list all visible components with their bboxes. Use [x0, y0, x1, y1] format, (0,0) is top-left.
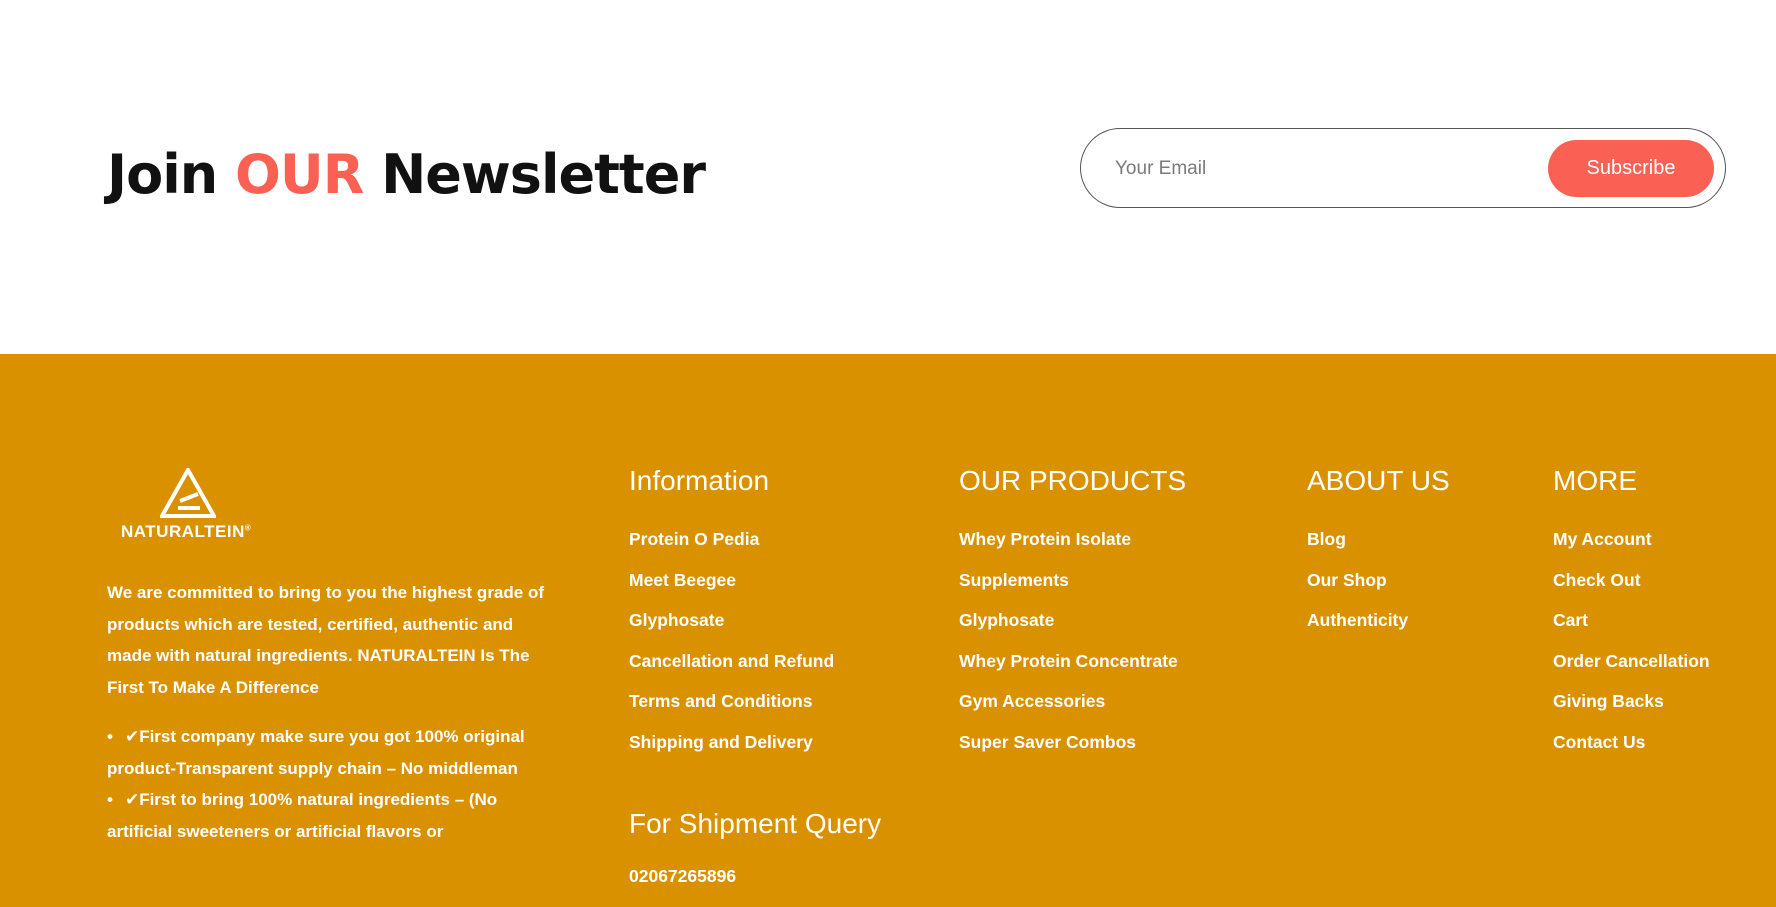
brand-logo[interactable]: NATURALTEIN®: [121, 468, 271, 548]
newsletter-title-start: Join: [107, 143, 235, 206]
shipment-query: For Shipment Query 02067265896: [629, 806, 881, 887]
link-gym-accessories[interactable]: Gym Accessories: [959, 691, 1105, 711]
footer-link: Cancellation and Refund: [629, 641, 834, 682]
footer-link: Our Shop: [1307, 560, 1450, 601]
link-giving-backs[interactable]: Giving Backs: [1553, 691, 1664, 711]
products-title: OUR PRODUCTS: [959, 465, 1187, 496]
products-column: OUR PRODUCTS Whey Protein Isolate Supple…: [959, 463, 1186, 762]
footer-link: Order Cancellation: [1553, 641, 1710, 682]
link-cancellation-refund[interactable]: Cancellation and Refund: [629, 651, 834, 671]
more-links: My Account Check Out Cart Order Cancella…: [1553, 519, 1710, 762]
site-footer: NATURALTEIN® We are committed to bring t…: [0, 354, 1776, 907]
about-point: • ✔First company make sure you got 100% o…: [107, 721, 547, 784]
link-blog[interactable]: Blog: [1307, 529, 1346, 549]
more-column: MORE My Account Check Out Cart Order Can…: [1553, 463, 1710, 762]
about-us-links: Blog Our Shop Authenticity: [1307, 519, 1450, 641]
newsletter-title: Join OUR Newsletter: [107, 137, 706, 213]
link-our-shop[interactable]: Our Shop: [1307, 570, 1387, 590]
about-description: We are committed to bring to you the hig…: [107, 583, 544, 697]
link-super-saver-combos[interactable]: Super Saver Combos: [959, 732, 1136, 752]
link-glyphosate[interactable]: Glyphosate: [629, 610, 724, 630]
footer-link: Glyphosate: [629, 600, 834, 641]
footer-link: My Account: [1553, 519, 1710, 560]
email-input[interactable]: [1113, 147, 1517, 191]
subscribe-button[interactable]: Subscribe: [1548, 140, 1714, 197]
link-whey-protein-concentrate[interactable]: Whey Protein Concentrate: [959, 651, 1178, 671]
footer-link: Supplements: [959, 560, 1186, 601]
products-links: Whey Protein Isolate Supplements Glyphos…: [959, 519, 1186, 762]
footer-link: Contact Us: [1553, 722, 1710, 763]
bullet-icon: •: [107, 790, 113, 809]
link-cart[interactable]: Cart: [1553, 610, 1588, 630]
link-my-account[interactable]: My Account: [1553, 529, 1652, 549]
link-shipping-delivery[interactable]: Shipping and Delivery: [629, 732, 813, 752]
link-authenticity[interactable]: Authenticity: [1307, 610, 1408, 630]
link-supplements[interactable]: Supplements: [959, 570, 1069, 590]
link-glyphosate-product[interactable]: Glyphosate: [959, 610, 1054, 630]
footer-link: Meet Beegee: [629, 560, 834, 601]
footer-link: Check Out: [1553, 560, 1710, 601]
footer-link: Protein O Pedia: [629, 519, 834, 560]
mountain-logo-icon: [160, 468, 216, 518]
about-text-block: We are committed to bring to you the hig…: [107, 577, 547, 847]
footer-link: Gym Accessories: [959, 681, 1186, 722]
about-us-column: ABOUT US Blog Our Shop Authenticity: [1307, 463, 1450, 641]
footer-link: Glyphosate: [959, 600, 1186, 641]
link-terms-conditions[interactable]: Terms and Conditions: [629, 691, 812, 711]
about-points: • ✔First company make sure you got 100% o…: [107, 721, 547, 847]
footer-link: Shipping and Delivery: [629, 722, 834, 763]
footer-link: Giving Backs: [1553, 681, 1710, 722]
footer-link: Authenticity: [1307, 600, 1450, 641]
about-us-title: ABOUT US: [1307, 465, 1450, 496]
information-column: Information Protein O Pedia Meet Beegee …: [629, 463, 834, 762]
footer-link: Blog: [1307, 519, 1450, 560]
registered-mark: ®: [244, 523, 252, 533]
information-links: Protein O Pedia Meet Beegee Glyphosate C…: [629, 519, 834, 762]
footer-link: Terms and Conditions: [629, 681, 834, 722]
footer-link: Super Saver Combos: [959, 722, 1186, 763]
about-point-text: ✔First to bring 100% natural ingredients…: [107, 790, 498, 841]
newsletter-title-accent: OUR: [234, 143, 364, 206]
link-meet-beegee[interactable]: Meet Beegee: [629, 570, 736, 590]
brand-name: NATURALTEIN®: [121, 522, 251, 542]
link-check-out[interactable]: Check Out: [1553, 570, 1641, 590]
newsletter-form: Subscribe: [1080, 128, 1726, 208]
about-point: • ✔First to bring 100% natural ingredient…: [107, 784, 547, 847]
shipment-title: For Shipment Query: [629, 808, 882, 839]
link-whey-protein-isolate[interactable]: Whey Protein Isolate: [959, 529, 1131, 549]
newsletter-title-end: Newsletter: [363, 143, 706, 206]
shipment-phone[interactable]: 02067265896: [629, 866, 881, 887]
footer-link: Whey Protein Concentrate: [959, 641, 1186, 682]
brand-name-text: NATURALTEIN: [121, 522, 245, 541]
newsletter-section: Join OUR Newsletter Subscribe: [0, 0, 1776, 354]
link-protein-o-pedia[interactable]: Protein O Pedia: [629, 529, 759, 549]
about-point-text: ✔First company make sure you got 100% or…: [107, 727, 525, 778]
link-order-cancellation[interactable]: Order Cancellation: [1553, 651, 1710, 671]
information-title: Information: [629, 465, 770, 496]
more-title: MORE: [1553, 465, 1637, 496]
link-contact-us[interactable]: Contact Us: [1553, 732, 1645, 752]
bullet-icon: •: [107, 727, 113, 746]
footer-link: Cart: [1553, 600, 1710, 641]
footer-link: Whey Protein Isolate: [959, 519, 1186, 560]
